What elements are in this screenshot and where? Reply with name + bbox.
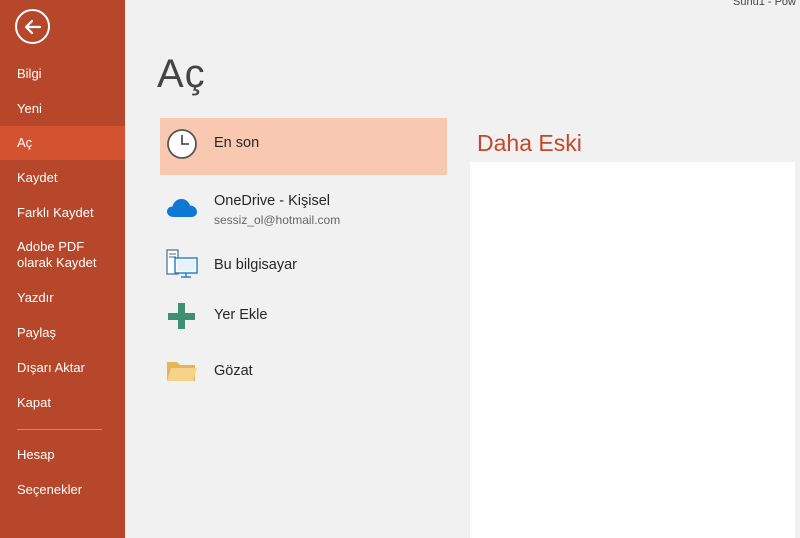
- sidebar-item-ac[interactable]: Aç: [0, 126, 125, 160]
- clock-icon: [166, 128, 198, 165]
- page-title: Aç: [157, 52, 206, 96]
- sidebar-item-paylas[interactable]: Paylaş: [0, 325, 125, 341]
- onedrive-cloud-icon: [166, 196, 198, 225]
- sidebar-item-hesap[interactable]: Hesap: [0, 447, 125, 463]
- place-en-son[interactable]: En son: [160, 118, 447, 175]
- sidebar-item-adobe-pdf[interactable]: Adobe PDF olarak Kaydet: [0, 239, 125, 271]
- sidebar-item-bilgi[interactable]: Bilgi: [0, 66, 125, 82]
- place-label: En son: [214, 135, 260, 151]
- window-title: Sunu1 - Pow: [733, 0, 796, 8]
- sidebar-item-kapat[interactable]: Kapat: [0, 395, 125, 411]
- folder-icon: [166, 358, 198, 389]
- sidebar-item-yeni[interactable]: Yeni: [0, 101, 125, 117]
- back-button[interactable]: [15, 9, 50, 44]
- recent-files-list[interactable]: [470, 162, 795, 538]
- sidebar-item-yazdir[interactable]: Yazdır: [0, 290, 125, 306]
- place-label: OneDrive - Kişisel: [214, 193, 331, 209]
- sidebar-item-secenekler[interactable]: Seçenekler: [0, 482, 125, 498]
- sidebar-item-farkli-kaydet[interactable]: Farklı Kaydet: [0, 205, 125, 221]
- sidebar-item-disari-aktar[interactable]: Dışarı Aktar: [0, 360, 125, 376]
- place-label: Yer Ekle: [214, 307, 268, 323]
- add-place-icon: [166, 301, 196, 336]
- recent-section-title: Daha Eski: [477, 130, 582, 156]
- place-yer-ekle[interactable]: Yer Ekle: [160, 296, 447, 336]
- place-gozat[interactable]: Gözat: [160, 352, 447, 392]
- computer-icon: [166, 249, 198, 284]
- backstage-sidebar: Bilgi Yeni Aç Kaydet Farklı Kaydet Adobe…: [0, 0, 125, 538]
- place-bu-bilgisayar[interactable]: Bu bilgisayar: [160, 245, 447, 285]
- arrow-left-icon: [24, 19, 41, 34]
- place-account-email: sessiz_ol@hotmail.com: [214, 213, 341, 227]
- place-label: Bu bilgisayar: [214, 257, 298, 273]
- sidebar-item-kaydet[interactable]: Kaydet: [0, 170, 125, 186]
- place-onedrive[interactable]: OneDrive - Kişisel sessiz_ol@hotmail.com: [160, 185, 447, 235]
- place-label: Gözat: [214, 363, 253, 379]
- sidebar-divider: [17, 429, 102, 430]
